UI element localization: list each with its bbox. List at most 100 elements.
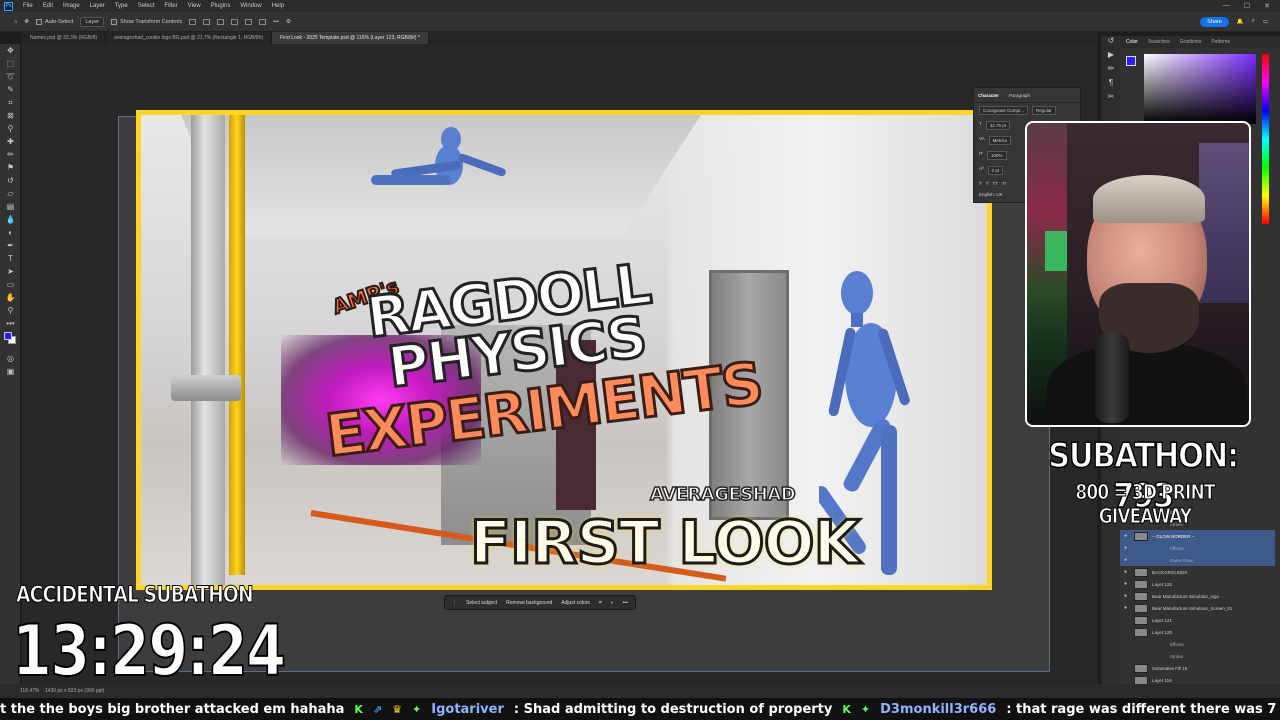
pen-tool-icon[interactable]: ✒ (0, 239, 21, 252)
zoom-tool-icon[interactable]: ⚲ (0, 304, 21, 317)
all-caps-icon[interactable]: TT (993, 181, 999, 186)
auto-select-target-dropdown[interactable]: Layer (80, 16, 105, 27)
notifications-bell-icon[interactable]: 🔔 (1237, 19, 1244, 25)
layer-effect-row[interactable]: Effects (1120, 638, 1275, 650)
menu-layer[interactable]: Layer (85, 3, 110, 9)
faux-italic-icon[interactable]: T (986, 181, 989, 186)
font-family-select[interactable]: Cocogoose Compr... (979, 106, 1029, 115)
tab-first-look-template[interactable]: First Look - 2025 Template.psd @ 116% (L… (272, 32, 429, 44)
menu-edit[interactable]: Edit (38, 3, 58, 9)
color-panel-foreground-swatch[interactable] (1126, 56, 1136, 66)
mask-icon[interactable]: ◐ (611, 600, 614, 606)
align-right-icon[interactable] (217, 18, 225, 25)
layer-row[interactable]: ● Bear Manufacture Simulator_logo (1120, 590, 1275, 602)
menu-image[interactable]: Image (58, 3, 85, 9)
small-caps-icon[interactable]: Tт (1002, 181, 1007, 186)
quick-mask-icon[interactable]: ◎ (0, 352, 21, 365)
menu-plugins[interactable]: Plugins (206, 3, 236, 9)
dodge-tool-icon[interactable]: ◐ (0, 226, 21, 239)
layer-effect-row[interactable]: ● Outer Glow (1120, 554, 1275, 566)
layer-effect-row[interactable]: Stroke (1120, 650, 1275, 662)
gradient-tool-icon[interactable]: ▤ (0, 200, 21, 213)
vertical-scale-field[interactable]: 100% (987, 151, 1007, 160)
quick-select-tool-icon[interactable]: ✎ (0, 83, 21, 96)
align-middle-icon[interactable] (245, 18, 253, 25)
menu-type[interactable]: Type (110, 3, 133, 9)
tab-paragraph[interactable]: Paragraph (1009, 93, 1030, 98)
more-options-icon[interactable]: ••• (273, 19, 279, 25)
faux-bold-icon[interactable]: T (979, 181, 982, 186)
tab-gradients[interactable]: Gradients (1180, 39, 1202, 45)
align-top-icon[interactable] (231, 18, 239, 25)
font-size-field[interactable]: 42.75 pt (985, 121, 1011, 130)
visibility-eye-icon[interactable]: ● (1124, 569, 1130, 575)
crop-icon[interactable]: ⌗ (599, 600, 602, 606)
play-icon[interactable]: ▶ (1101, 50, 1121, 64)
visibility-eye-icon[interactable]: ● (1124, 557, 1130, 563)
type-tool-icon[interactable]: T (0, 252, 21, 265)
align-left-icon[interactable] (189, 18, 197, 25)
home-icon[interactable]: ⌂ (14, 19, 17, 25)
maximize-icon[interactable]: ☐ (1244, 2, 1250, 10)
workspace-icon[interactable]: ▭ (1263, 19, 1268, 25)
layer-effect-row[interactable]: ● Effects (1120, 542, 1275, 554)
align-center-icon[interactable] (203, 18, 211, 25)
drag-handle-icon[interactable]: ⋮ (452, 600, 457, 606)
tab-patterns[interactable]: Patterns (1211, 39, 1230, 45)
layer-row[interactable]: ● Layer 122 (1120, 578, 1275, 590)
search-icon[interactable]: ⌕ (1252, 18, 1255, 25)
show-transform-controls-checkbox[interactable]: Show Transform Controls (111, 18, 182, 25)
color-swatches[interactable] (0, 330, 20, 352)
move-tool-icon[interactable]: ✥ (0, 44, 21, 57)
foreground-color-swatch[interactable] (4, 332, 12, 340)
move-tool-icon[interactable]: ✥ (24, 19, 29, 25)
layer-row[interactable]: Layer 121 (1120, 614, 1275, 626)
color-field[interactable] (1144, 54, 1256, 124)
layer-row[interactable]: Generative Fill 16 (1120, 662, 1275, 674)
marquee-tool-icon[interactable]: ⬚ (0, 57, 21, 70)
blur-tool-icon[interactable]: 💧 (0, 213, 21, 226)
kerning-field[interactable]: Metrics (988, 136, 1012, 145)
hue-slider[interactable] (1262, 54, 1269, 224)
hand-tool-icon[interactable]: ✋ (0, 291, 21, 304)
screen-mode-icon[interactable]: ▣ (0, 365, 21, 378)
menu-view[interactable]: View (183, 3, 206, 9)
healing-brush-tool-icon[interactable]: ✚ (0, 135, 21, 148)
close-icon[interactable]: ✕ (1264, 2, 1270, 10)
visibility-eye-icon[interactable]: ● (1124, 533, 1130, 539)
layer-row[interactable]: ● -- GLOW BORDER -- (1120, 530, 1275, 542)
eyedropper-tool-icon[interactable]: ⚲ (0, 122, 21, 135)
visibility-eye-icon[interactable]: ● (1124, 605, 1130, 611)
visibility-eye-icon[interactable]: ● (1124, 581, 1130, 587)
share-button[interactable]: Share (1200, 16, 1229, 27)
settings-gear-icon[interactable]: ⚙ (286, 19, 291, 25)
language-select[interactable]: English: UK (979, 192, 1003, 197)
tab-cookie-logo[interactable]: averageshad_cookie logo BG.psd @ 21.7% (… (106, 32, 273, 44)
baseline-shift-field[interactable]: 0 pt (987, 166, 1004, 175)
layer-row[interactable]: Layer 120 (1120, 626, 1275, 638)
menu-window[interactable]: Window (235, 3, 266, 9)
history-brush-tool-icon[interactable]: ↺ (0, 174, 21, 187)
rectangle-tool-icon[interactable]: ▭ (0, 278, 21, 291)
visibility-eye-icon[interactable]: ● (1124, 593, 1130, 599)
crop-tool-icon[interactable]: ⌗ (0, 96, 21, 109)
tab-swatches[interactable]: Swatches (1148, 39, 1170, 45)
menu-file[interactable]: File (18, 3, 38, 9)
tab-character[interactable]: Character (978, 93, 999, 98)
remove-background-button[interactable]: Remove background (506, 600, 552, 606)
visibility-eye-icon[interactable]: ● (1124, 545, 1130, 551)
adjust-colors-button[interactable]: Adjust colors (561, 600, 590, 606)
brush-settings-icon[interactable]: ✏ (1101, 64, 1121, 78)
menu-select[interactable]: Select (133, 3, 160, 9)
distribute-icon[interactable] (259, 18, 267, 25)
layer-row[interactable]: ● Bear Manufacture Simulator_Screen_01 (1120, 602, 1275, 614)
brush-tool-icon[interactable]: ✏ (0, 148, 21, 161)
select-subject-button[interactable]: Select subject (466, 600, 497, 606)
frame-tool-icon[interactable]: ⊠ (0, 109, 21, 122)
text-paragraph-icon[interactable]: ¶ (1101, 78, 1121, 92)
menu-filter[interactable]: Filter (159, 3, 182, 9)
tools-icon[interactable]: ✂ (1101, 92, 1121, 106)
menu-help[interactable]: Help (267, 3, 289, 9)
minimize-icon[interactable]: — (1223, 2, 1230, 10)
more-options-icon[interactable]: ••• (623, 600, 628, 606)
